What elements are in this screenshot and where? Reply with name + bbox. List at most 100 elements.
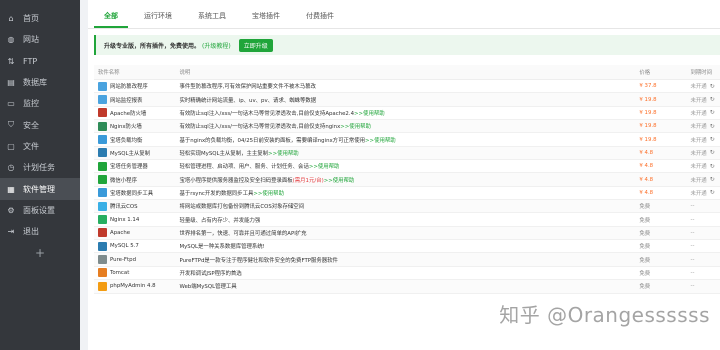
sidebar-item-label: 数据库 bbox=[23, 78, 47, 88]
software-name-cell[interactable]: 网站监控报表 bbox=[98, 95, 171, 105]
sidebar-item-2[interactable]: ⇅ FTP bbox=[0, 51, 80, 72]
software-icon bbox=[98, 255, 107, 265]
help-link[interactable]: >>使用帮助 bbox=[253, 191, 284, 197]
software-name-cell[interactable]: Pure-Ftpd bbox=[98, 255, 171, 265]
expiry-cell: 未开通 ↻ bbox=[691, 82, 720, 91]
add-menu-button[interactable]: + bbox=[0, 246, 80, 260]
software-name: 微信小程序 bbox=[110, 177, 137, 184]
clock-icon: ◷ bbox=[7, 163, 15, 173]
expiry-cell: -- bbox=[691, 270, 720, 276]
help-link[interactable]: >>使用帮助 bbox=[365, 138, 396, 144]
refresh-icon[interactable]: ↻ bbox=[710, 136, 715, 143]
software-name-cell[interactable]: Apache防火墙 bbox=[98, 108, 171, 118]
expiry-cell: -- bbox=[691, 257, 720, 263]
software-name-cell[interactable]: 宝塔负载均衡 bbox=[98, 135, 171, 145]
software-name-cell[interactable]: 网站防篡改程序 bbox=[98, 81, 171, 91]
software-desc: 基于nginx的负载均衡，04/25日前安装的面板，需要编译nginx方可正常使… bbox=[179, 137, 366, 144]
sidebar-item-label: 首页 bbox=[23, 14, 39, 24]
software-name-cell[interactable]: phpMyAdmin 4.8 bbox=[98, 281, 171, 291]
software-icon bbox=[98, 281, 107, 291]
expiry-text: -- bbox=[690, 256, 695, 263]
sidebar-item-3[interactable]: ▤ 数据库 bbox=[0, 72, 80, 93]
expiry-cell: 未开通 ↻ bbox=[691, 162, 720, 171]
sidebar-item-9[interactable]: ⚙ 面板设置 bbox=[0, 200, 80, 221]
upgrade-now-button[interactable]: 立即升级 bbox=[238, 38, 273, 52]
table-row: 网站防篡改程序 事件型防篡改程序,可有效保护网站重要文件不被木马篡改 ¥ 37.8 未… bbox=[94, 79, 720, 94]
refresh-icon[interactable]: ↻ bbox=[710, 83, 715, 90]
sidebar-item-label: 安全 bbox=[23, 120, 39, 130]
sidebar-item-1[interactable]: ◍ 网站 bbox=[0, 29, 80, 50]
sidebar-item-label: 文件 bbox=[23, 141, 39, 151]
refresh-icon[interactable]: ↻ bbox=[710, 189, 715, 196]
tab-all[interactable]: 全部 bbox=[94, 11, 128, 28]
software-name-cell[interactable]: 宝塔数据同步工具 bbox=[98, 188, 171, 198]
table-row: Nginx 1.14 轻量级、占有内存少、并发能力强 免费 -- bbox=[94, 212, 720, 227]
software-name-cell[interactable]: Nginx 1.14 bbox=[98, 215, 171, 225]
help-link[interactable]: >>使用帮助 bbox=[340, 124, 371, 130]
expiry-text: -- bbox=[690, 283, 695, 290]
software-name: 网站防篡改程序 bbox=[110, 84, 148, 91]
expiry-text: 未开通 bbox=[690, 110, 707, 117]
software-name-cell[interactable]: 微信小程序 bbox=[98, 175, 171, 185]
help-link[interactable]: >>使用帮助 bbox=[309, 164, 340, 170]
software-name-cell[interactable]: Apache bbox=[98, 228, 171, 238]
software-desc: 宝塔小程序提供服务器监控及安全扫码登录面板 bbox=[179, 177, 293, 184]
table-row: Apache防火墙 有效防止sql注入/xss/一句话木马等常见渗透攻击,目前仅支… bbox=[94, 106, 720, 121]
table-row: Pure-Ftpd PureFTPd是一款专注于程序健壮和软件安全的免费FTP服务… bbox=[94, 252, 720, 267]
software-icon bbox=[98, 81, 107, 91]
help-link[interactable]: >>使用帮助 bbox=[268, 151, 299, 157]
refresh-icon[interactable]: ↻ bbox=[710, 176, 715, 183]
sidebar-item-7[interactable]: ◷ 计划任务 bbox=[0, 157, 80, 178]
price-cell: ¥ 19.8 bbox=[635, 132, 687, 147]
refresh-icon[interactable]: ↻ bbox=[710, 96, 715, 103]
software-icon bbox=[98, 108, 107, 118]
software-icon bbox=[98, 241, 107, 251]
refresh-icon[interactable]: ↻ bbox=[710, 109, 715, 116]
tab-runtime[interactable]: 运行环境 bbox=[134, 11, 182, 28]
tab-bt-plugins[interactable]: 宝塔插件 bbox=[242, 11, 290, 28]
expiry-cell: 未开通 ↻ bbox=[691, 96, 720, 104]
help-link[interactable]: >>使用帮助 bbox=[324, 178, 355, 184]
sidebar-item-0[interactable]: ⌂ 首页 bbox=[0, 8, 80, 29]
expiry-text: -- bbox=[690, 216, 695, 223]
table-row: 宝塔数据同步工具 基于rsync开发的数据同步工具>>使用帮助 ¥ 4.8 未开通 ↻ bbox=[94, 186, 720, 201]
table-row: Nginx防火墙 有效防止sql注入/xss/一句话木马等常见渗透攻击,目前仅支持… bbox=[94, 119, 720, 134]
refresh-icon[interactable]: ↻ bbox=[710, 123, 715, 130]
sidebar-item-4[interactable]: ▭ 监控 bbox=[0, 93, 80, 114]
monitor-icon: ▭ bbox=[7, 99, 15, 109]
expiry-cell: 未开通 ↻ bbox=[691, 122, 720, 131]
software-icon bbox=[98, 135, 107, 145]
software-icon bbox=[98, 95, 107, 105]
tab-paid-plugins[interactable]: 付费插件 bbox=[296, 11, 344, 28]
software-name: Pure-Ftpd bbox=[110, 256, 136, 263]
header-expiry: 到期时间 bbox=[686, 65, 720, 80]
expiry-cell: -- bbox=[691, 217, 720, 223]
upgrade-tutorial-link[interactable]: (升级教程) bbox=[202, 41, 231, 50]
header-price: 价格 bbox=[635, 65, 687, 80]
software-name-cell[interactable]: MySQL 5.7 bbox=[98, 241, 171, 251]
software-name-cell[interactable]: 宝塔任务管理器 bbox=[98, 161, 171, 171]
help-link[interactable]: >>使用帮助 bbox=[354, 111, 385, 117]
software-icon bbox=[98, 188, 107, 198]
expiry-text: 未开通 bbox=[690, 137, 707, 144]
refresh-icon[interactable]: ↻ bbox=[710, 149, 715, 156]
expiry-cell: -- bbox=[691, 243, 720, 249]
software-name: 网站监控报表 bbox=[110, 97, 143, 104]
software-name-cell[interactable]: Nginx防火墙 bbox=[98, 121, 171, 131]
software-name-cell[interactable]: 腾讯云COS bbox=[98, 201, 171, 211]
software-icon bbox=[98, 215, 107, 225]
sidebar-item-5[interactable]: ⛉ 安全 bbox=[0, 114, 80, 135]
tab-system-tools[interactable]: 系统工具 bbox=[188, 11, 236, 28]
sidebar-item-6[interactable]: ▢ 文件 bbox=[0, 136, 80, 157]
software-name-cell[interactable]: MySQL主从复制 bbox=[98, 148, 171, 158]
refresh-icon[interactable]: ↻ bbox=[710, 163, 715, 170]
software-name-cell[interactable]: Tomcat bbox=[98, 268, 171, 278]
software-name: 宝塔任务管理器 bbox=[110, 164, 148, 171]
sidebar-item-8[interactable]: ▦ 软件管理 bbox=[0, 178, 80, 200]
software-desc: 轻松管理进程、启动项、用户、服务、计划任务、会话 bbox=[179, 164, 309, 171]
sidebar-item-10[interactable]: ⇥ 退出 bbox=[0, 221, 80, 242]
upgrade-text: 升级专业版，所有插件，免费使用。 bbox=[104, 42, 201, 50]
sidebar-item-label: 面板设置 bbox=[23, 205, 55, 215]
software-icon bbox=[98, 228, 107, 238]
software-desc: 实时精确统计网站流量、ip、uv、pv、请求、蜘蛛等数据 bbox=[179, 97, 317, 104]
